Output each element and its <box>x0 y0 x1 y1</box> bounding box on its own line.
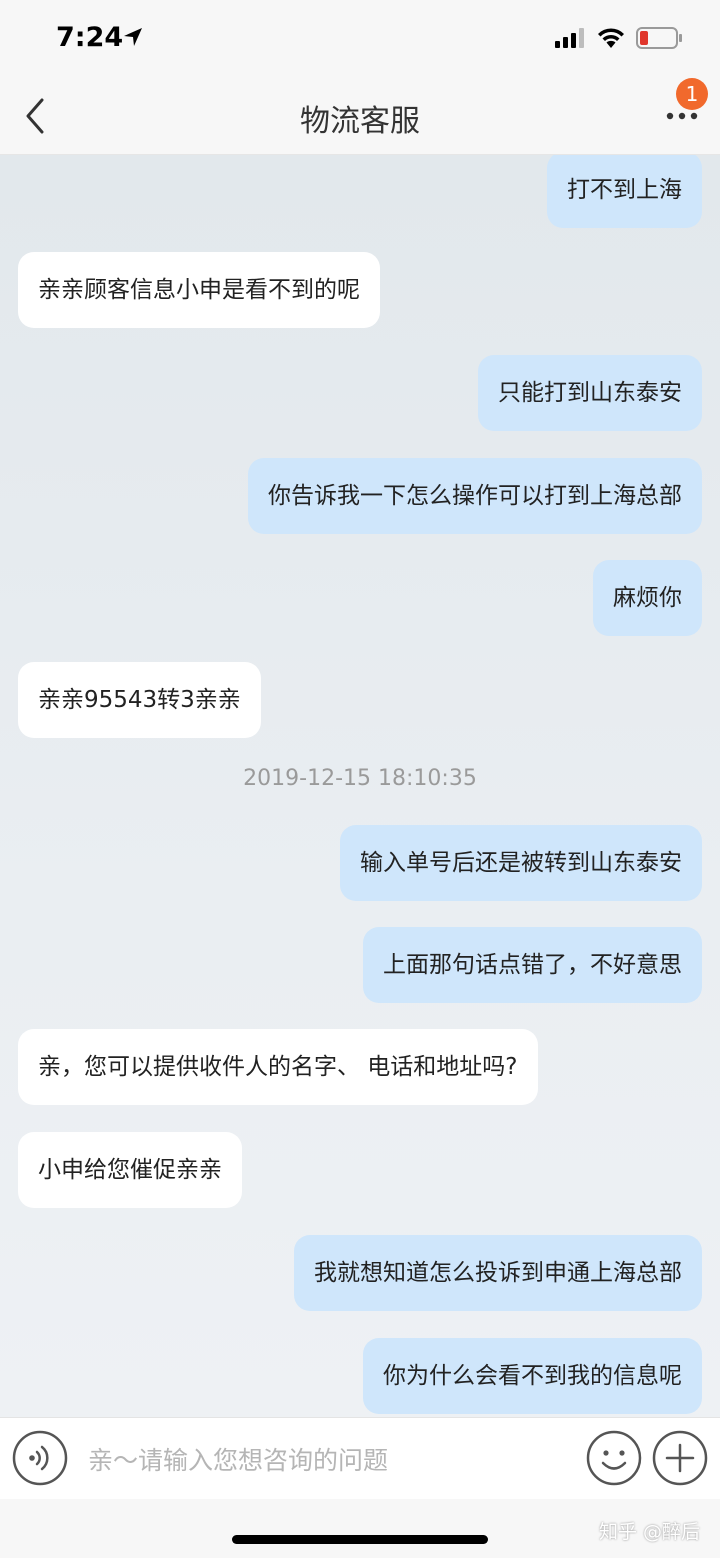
message-bubble-user[interactable]: 只能打到山东泰安 <box>478 355 702 431</box>
page-title: 物流客服 <box>300 104 420 139</box>
voice-icon[interactable] <box>12 1430 68 1486</box>
wifi-icon <box>598 28 624 48</box>
message-bubble-user[interactable]: 上面那句话点错了，不好意思 <box>363 927 702 1003</box>
notification-badge: 1 <box>676 78 708 110</box>
message-bubble-user[interactable]: 你为什么会看不到我的信息呢 <box>363 1338 702 1414</box>
message-bubble-user[interactable]: 你告诉我一下怎么操作可以打到上海总部 <box>248 458 702 534</box>
message-input[interactable] <box>86 1432 570 1488</box>
location-arrow-icon <box>124 28 142 46</box>
message-bubble-user[interactable]: 麻烦你 <box>593 560 702 636</box>
message-timestamp: 2019-12-15 18:10:35 <box>243 766 477 791</box>
chat-area[interactable]: 打不到上海 亲亲顾客信息小申是看不到的呢 只能打到山东泰安 你告诉我一下怎么操作… <box>0 155 720 1417</box>
plus-icon[interactable] <box>652 1430 708 1486</box>
message-bubble-agent[interactable]: 亲，您可以提供收件人的名字、 电话和地址吗? <box>18 1029 538 1105</box>
message-bubble-agent[interactable]: 小申给您催促亲亲 <box>18 1132 242 1208</box>
battery-low-icon <box>636 27 682 49</box>
emoji-icon[interactable] <box>586 1430 642 1486</box>
signal-icon <box>555 28 584 48</box>
home-indicator[interactable] <box>232 1535 488 1544</box>
status-bar: 7:24 <box>0 0 720 78</box>
watermark: 知乎 @醉后 <box>598 1521 700 1543</box>
message-bubble-agent[interactable]: 亲亲95543转3亲亲 <box>18 662 261 738</box>
nav-bar: 物流客服 1 <box>0 78 720 155</box>
message-bubble-user[interactable]: 输入单号后还是被转到山东泰安 <box>340 825 702 901</box>
message-bubble-user[interactable]: 我就想知道怎么投诉到申通上海总部 <box>294 1235 702 1311</box>
bottom-area: 知乎 @醉后 <box>0 1499 720 1558</box>
message-bubble-user[interactable]: 打不到上海 <box>547 155 702 228</box>
status-time: 7:24 <box>56 22 124 53</box>
input-bar <box>0 1417 720 1500</box>
message-bubble-agent[interactable]: 亲亲顾客信息小申是看不到的呢 <box>18 252 380 328</box>
